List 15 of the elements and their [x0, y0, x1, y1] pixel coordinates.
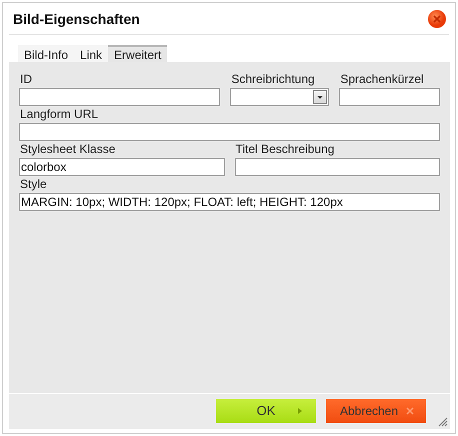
field-label: Sprachenkürzel: [339, 72, 425, 86]
input-field[interactable]: colorbox: [19, 158, 224, 176]
tab[interactable]: Erweitert: [108, 45, 168, 62]
field-label: ID: [19, 72, 33, 86]
cancel-button[interactable]: Abbrechen: [326, 398, 426, 422]
window-title: Bild-Eigenschaften: [13, 10, 140, 26]
ok-button[interactable]: OK: [216, 398, 316, 422]
field-label: Style: [19, 177, 48, 191]
field-label: Stylesheet Klasse: [19, 142, 116, 156]
field-label: Titel Beschreibung: [234, 142, 336, 156]
tab[interactable]: Bild-Info: [18, 45, 74, 62]
field-label: Schreibrichtung: [230, 72, 316, 86]
input-field[interactable]: MARGIN: 10px; WIDTH: 120px; FLOAT: left; HEIGHT: 120px: [19, 193, 440, 211]
field-label: Langform URL: [19, 107, 100, 121]
tab[interactable]: Link: [74, 45, 108, 62]
